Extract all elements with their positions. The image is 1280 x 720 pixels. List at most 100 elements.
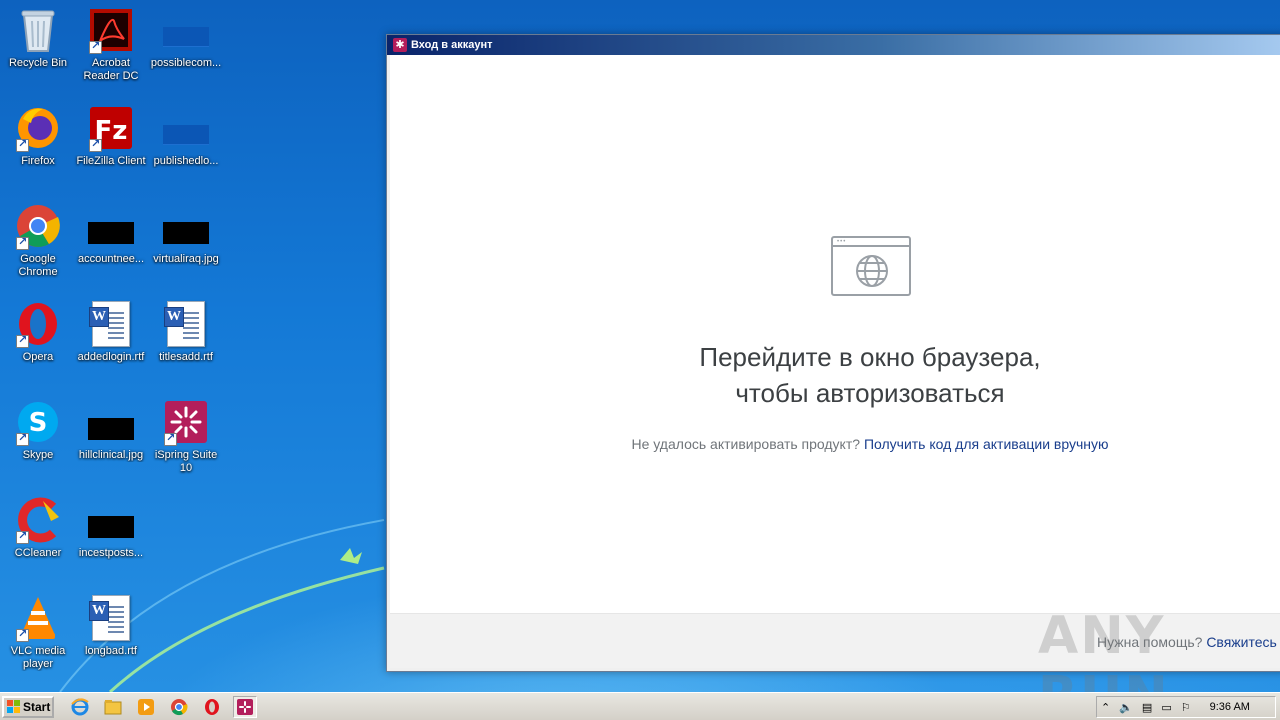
media-player-icon[interactable] [134,696,158,718]
desktop-icon-label: Skype [22,449,54,461]
word-doc-icon: W [87,594,135,642]
window-footer: Нужна помощь? Свяжитесь [390,613,1280,668]
shortcut-arrow-icon [16,333,29,348]
desktop-icon-incestposts[interactable]: incestposts... [73,496,149,560]
desktop-icon-ispring[interactable]: iSpring Suite 10 [148,398,224,475]
desktop-icon-label: accountnee... [77,253,145,265]
shortcut-arrow-icon [89,137,102,152]
desktop-icon-accountnee[interactable]: accountnee... [73,202,149,266]
desktop-icon-label: FileZilla Client [76,155,146,167]
desktop-icon-label: Opera [22,351,54,363]
flag-icon[interactable]: ⚐ [1181,701,1191,714]
shortcut-arrow-icon [16,431,29,446]
volume-icon[interactable]: 🔈 [1119,701,1133,714]
activation-help-line: Не удалось активировать продукт? Получит… [390,436,1280,452]
start-label: Start [23,699,51,714]
browser-window-icon: ••• [831,236,911,296]
ispring-icon[interactable] [233,695,257,718]
firefox-icon [14,104,62,152]
desktop-icon-virtualiraq[interactable]: virtualiraq.jpg [148,202,224,266]
chrome-icon [14,202,62,250]
clock[interactable]: 9:36 AM [1210,701,1250,713]
desktop-icon-label: incestposts... [78,547,144,559]
recycle-bin-icon [14,6,62,54]
login-window[interactable]: ✱ Вход в аккаунт ••• Перейдите в окно бр… [386,34,1280,672]
windows-logo-icon [7,700,20,713]
desktop-icon-firefox[interactable]: Firefox [0,104,76,168]
heading-line-1: Перейдите в окно браузера, [699,342,1041,372]
help-line: Нужна помощь? Свяжитесь [1097,634,1277,650]
desktop-icon-addedlogin[interactable]: W addedlogin.rtf [73,300,149,364]
ispring-icon [162,398,210,446]
help-prompt: Нужна помощь? [1097,634,1203,650]
desktop-icon-label: titlesadd.rtf [159,351,213,363]
desktop-icon-chrome[interactable]: Google Chrome [0,202,76,279]
desktop-icon-filezilla[interactable]: Fz FileZilla Client [73,104,149,168]
desktop-icon-label: publishedlo... [153,155,219,167]
page-heading: Перейдите в окно браузера, чтобы авториз… [390,339,1280,411]
heading-line-2: чтобы авторизоваться [735,378,1005,408]
shortcut-arrow-icon [89,39,102,54]
desktop-icon-hillclinical[interactable]: hillclinical.jpg [73,398,149,462]
ie-icon[interactable] [68,696,92,718]
manual-activation-link[interactable]: Получить код для активации вручную [864,436,1109,452]
desktop-icon-label: virtualiraq.jpg [153,253,219,265]
image-file-icon [87,496,135,544]
network-icon[interactable]: ▤ [1142,701,1152,714]
image-file-icon [162,104,210,152]
desktop-icon-label: iSpring Suite 10 [154,449,218,474]
desktop-icon-label: CCleaner [14,547,62,559]
explorer-icon[interactable] [101,696,125,718]
opera-icon[interactable] [200,696,224,718]
image-file-icon [162,202,210,250]
desktop-icon-opera[interactable]: Opera [0,300,76,364]
image-file-icon [87,202,135,250]
filezilla-icon: Fz [87,104,135,152]
desktop-icon-possiblecom[interactable]: possiblecom... [148,6,224,70]
desktop-icon-label: longbad.rtf [85,645,137,657]
svg-text:S: S [29,408,48,438]
desktop-icon-label: VLC media player [10,645,66,670]
skype-icon: S [14,398,62,446]
desktop-icon-recycle-bin[interactable]: Recycle Bin [0,6,76,70]
contact-link[interactable]: Свяжитесь [1206,634,1277,650]
vlc-icon [14,594,62,642]
taskbar: Start ⌃ 🔈 ▤ ▭ ⚐ 9:36 AM [0,692,1280,720]
desktop-icon-label: Acrobat Reader DC [83,57,139,82]
desktop-icon-longbad[interactable]: W longbad.rtf [73,594,149,658]
ispring-icon: ✱ [393,38,407,52]
shortcut-arrow-icon [164,431,177,446]
desktop-icon-label: Firefox [21,155,55,167]
desktop-icon-label: hillclinical.jpg [78,449,144,461]
desktop-icon-titlesadd[interactable]: W titlesadd.rtf [148,300,224,364]
window-title: Вход в аккаунт [411,39,493,51]
globe-icon [856,255,888,287]
desktop-icon-skype[interactable]: S Skype [0,398,76,462]
quick-launch [68,695,257,718]
shortcut-arrow-icon [16,627,29,642]
desktop-icon-label: Google Chrome [18,253,58,278]
shortcut-arrow-icon [16,235,29,250]
image-file-icon [87,398,135,446]
desktop-icon-ccleaner[interactable]: CCleaner [0,496,76,560]
start-button[interactable]: Start [2,695,54,718]
shortcut-arrow-icon [16,137,29,152]
notification-icon[interactable]: ▭ [1161,701,1171,714]
shortcut-arrow-icon [16,529,29,544]
image-file-icon [162,6,210,54]
desktop-icon-vlc[interactable]: VLC media player [0,594,76,671]
window-title-bar[interactable]: ✱ Вход в аккаунт [387,35,1280,55]
opera-icon [14,300,62,348]
activation-prompt: Не удалось активировать продукт? [631,436,861,452]
system-tray: ⌃ 🔈 ▤ ▭ ⚐ 9:36 AM [1096,696,1276,718]
chevron-up-icon[interactable]: ⌃ [1101,701,1110,714]
desktop-icon-label: addedlogin.rtf [77,351,145,363]
word-doc-icon: W [162,300,210,348]
word-doc-icon: W [87,300,135,348]
desktop-icon-acrobat[interactable]: Acrobat Reader DC [73,6,149,83]
window-content: ••• Перейдите в окно браузера, чтобы авт… [390,55,1280,668]
ccleaner-icon [14,496,62,544]
acrobat-icon [87,6,135,54]
desktop-icon-publishedlo[interactable]: publishedlo... [148,104,224,168]
chrome-icon[interactable] [167,696,191,718]
